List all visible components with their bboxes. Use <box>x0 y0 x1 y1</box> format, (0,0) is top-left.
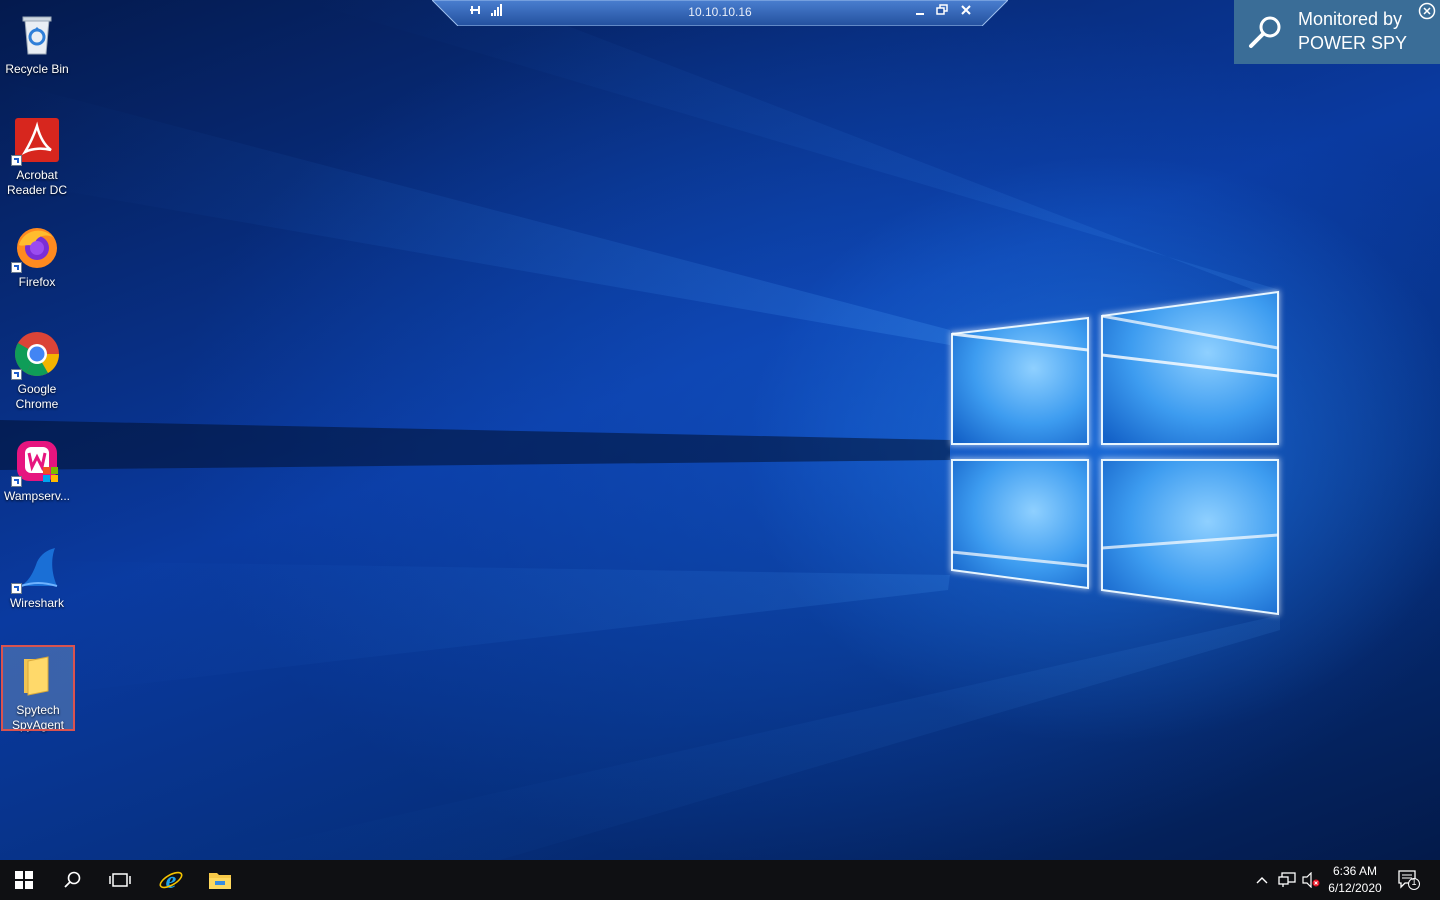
shortcut-arrow-icon <box>11 262 22 273</box>
svg-text:e: e <box>166 868 177 893</box>
chrome-icon <box>11 330 61 380</box>
magnifier-icon <box>1249 16 1281 48</box>
wampserver-icon <box>11 437 61 487</box>
shortcut-arrow-icon <box>11 155 22 166</box>
search-icon <box>64 871 81 888</box>
minimize-icon <box>916 13 924 15</box>
windows-logo-wallpaper-art <box>0 0 1280 860</box>
recycle-bin-icon <box>13 10 61 58</box>
start-button[interactable] <box>0 860 48 900</box>
task-view-button[interactable] <box>96 860 144 900</box>
desktop-icon-label: Firefox <box>18 275 56 289</box>
desktop-wallpaper[interactable] <box>0 0 1440 860</box>
desktop-icon-label: Acrobat Reader DC <box>6 168 68 197</box>
shortcut-arrow-icon <box>11 583 22 594</box>
close-icon <box>961 5 971 15</box>
desktop-icon-google-chrome[interactable]: Google Chrome <box>0 324 74 412</box>
file-explorer-icon <box>209 873 231 889</box>
remote-desktop-connection-bar[interactable]: 10.10.10.16 <box>432 0 1008 26</box>
banner-line-2: POWER SPY <box>1298 33 1408 53</box>
banner-line-1: Monitored by <box>1298 9 1403 29</box>
wireshark-icon <box>11 544 61 594</box>
taskbar-file-explorer[interactable] <box>196 860 244 900</box>
desktop-icon-label: Wireshark <box>9 596 64 610</box>
network-icon <box>1278 872 1296 887</box>
taskbar: e 6:36 AM 6/12/2020 1 <box>0 860 1440 900</box>
desktop-icon-wireshark[interactable]: Wireshark <box>0 538 74 611</box>
desktop-icon-label: Spytech SpyAgent <box>11 703 65 732</box>
desktop-icon-label: Google Chrome <box>15 382 59 411</box>
acrobat-reader-icon <box>11 116 61 166</box>
clock-date: 6/12/2020 <box>1328 881 1382 895</box>
show-hidden-icons-button[interactable] <box>1254 870 1270 890</box>
monitored-by-banner[interactable]: Monitored by POWER SPY <box>1234 0 1440 64</box>
restore-icon <box>936 4 948 15</box>
desktop-icon-firefox[interactable]: Firefox <box>0 217 74 290</box>
windows-logo-icon <box>15 871 33 889</box>
volume-button[interactable] <box>1301 870 1321 890</box>
desktop-icon-label: Wampserv... <box>3 489 70 503</box>
desktop-icon-recycle-bin[interactable]: Recycle Bin <box>0 4 74 77</box>
folder-icon <box>14 651 62 699</box>
desktop-icon-spytech-spyagent[interactable]: Spytech SpyAgent <box>1 645 75 732</box>
taskbar-clock[interactable]: 6:36 AM 6/12/2020 <box>1322 863 1388 897</box>
shortcut-arrow-icon <box>11 369 22 380</box>
notification-count-badge: 1 <box>1411 877 1417 887</box>
taskbar-internet-explorer[interactable]: e <box>147 860 195 900</box>
chevron-up-icon <box>1256 877 1268 884</box>
shortcut-arrow-icon <box>11 476 22 487</box>
desktop-icon-wampserver[interactable]: Wampserv... <box>0 431 74 504</box>
internet-explorer-icon: e <box>159 868 183 893</box>
task-view-icon <box>109 873 131 887</box>
desktop-icon-acrobat-reader[interactable]: Acrobat Reader DC <box>0 110 74 198</box>
clock-time: 6:36 AM <box>1332 864 1378 878</box>
volume-muted-icon <box>1302 872 1320 888</box>
search-button[interactable] <box>48 860 96 900</box>
banner-close-icon[interactable] <box>1418 2 1436 20</box>
desktop-icon-label: Recycle Bin <box>5 62 69 76</box>
network-status-button[interactable] <box>1277 870 1297 890</box>
firefox-icon <box>11 223 61 273</box>
action-center-button[interactable]: 1 <box>1396 870 1422 890</box>
